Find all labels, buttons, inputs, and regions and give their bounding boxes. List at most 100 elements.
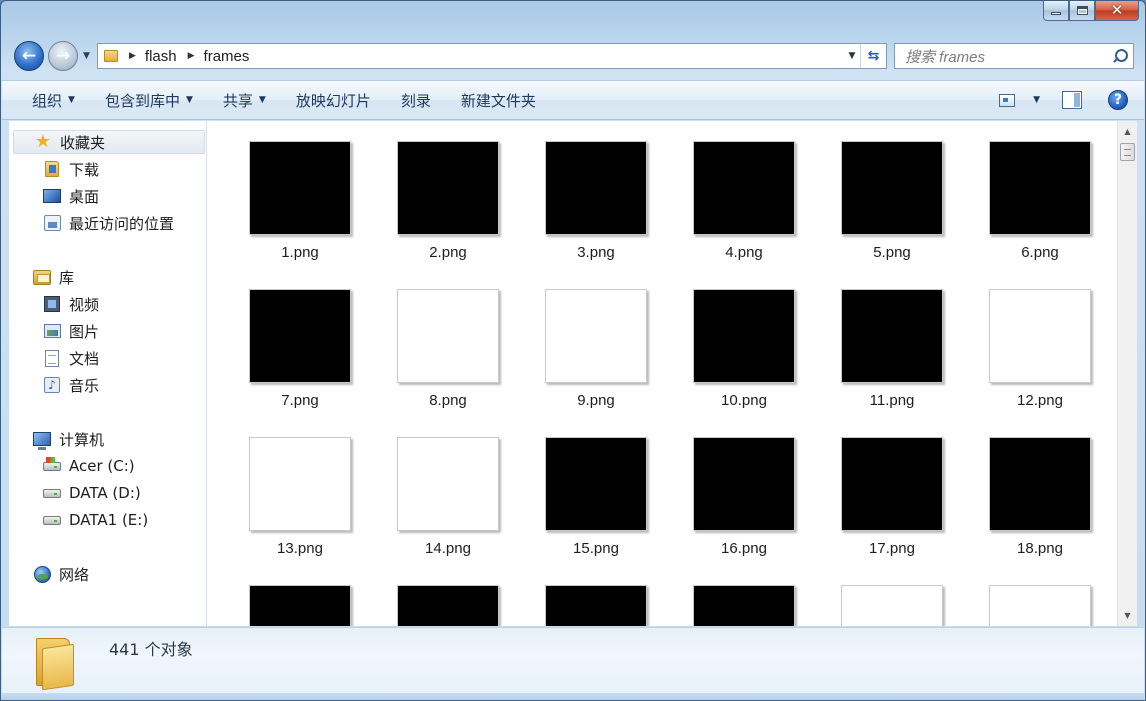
file-name: 3.png [577, 244, 615, 261]
sidebar-item-libraries[interactable]: 库 [33, 265, 74, 289]
sidebar-item-drive-e[interactable]: DATA1 (E:) [43, 508, 148, 532]
system-drive-icon [43, 456, 61, 475]
slideshow-button[interactable]: 放映幻灯片 [281, 81, 386, 119]
file-item[interactable]: 10.png [670, 269, 818, 409]
file-item[interactable] [670, 565, 818, 626]
sidebar-item-label: DATA1 (E:) [69, 511, 149, 529]
file-thumbnail [693, 437, 795, 531]
file-name: 5.png [873, 244, 911, 261]
sidebar-item-pictures[interactable]: 图片 [43, 319, 99, 343]
burn-button[interactable]: 刻录 [386, 81, 446, 119]
chevron-right-icon[interactable]: ▶ [129, 51, 136, 61]
chevron-right-icon[interactable]: ▶ [188, 51, 195, 61]
preview-pane-icon[interactable] [1062, 91, 1082, 109]
file-name: 4.png [725, 244, 763, 261]
file-item[interactable] [818, 565, 966, 626]
sidebar-item-videos[interactable]: 视频 [43, 292, 99, 316]
sidebar-item-network[interactable]: 网络 [33, 562, 89, 586]
organize-menu[interactable]: 组织 ▼ [17, 81, 90, 119]
file-item[interactable] [522, 565, 670, 626]
file-item[interactable]: 13.png [226, 417, 374, 557]
sidebar-item-label: 库 [59, 268, 75, 287]
sidebar-item-drive-d[interactable]: DATA (D:) [43, 481, 141, 505]
file-name: 9.png [577, 392, 615, 409]
sidebar-item-music[interactable]: ♪ 音乐 [43, 373, 99, 397]
file-thumbnail [249, 585, 351, 626]
sidebar-item-documents[interactable]: 文档 [43, 346, 99, 370]
search-icon[interactable] [1111, 48, 1128, 64]
breadcrumb-frames[interactable]: frames [204, 48, 250, 65]
file-name: 7.png [281, 392, 319, 409]
file-item[interactable]: 8.png [374, 269, 522, 409]
change-view-icon[interactable] [999, 93, 1016, 107]
file-item[interactable]: 18.png [966, 417, 1114, 557]
forward-button[interactable]: → [48, 41, 78, 71]
sidebar-item-drive-c[interactable]: Acer (C:) [43, 454, 135, 478]
file-item[interactable]: 15.png [522, 417, 670, 557]
file-item[interactable] [966, 565, 1114, 626]
address-bar[interactable]: ▶ flash ▶ frames ▼ ⇆ [97, 43, 887, 69]
address-history-dropdown[interactable]: ▼ [844, 51, 860, 61]
file-name: 12.png [1017, 392, 1063, 409]
scroll-up-arrow-icon[interactable]: ▲ [1118, 123, 1137, 140]
file-thumbnail [249, 289, 351, 383]
file-thumbnail [841, 437, 943, 531]
file-item[interactable]: 3.png [522, 121, 670, 261]
navigation-pane: ★ 收藏夹 下载 桌面 最近访问的位置 库 视频 图片 文档 ♪ 音乐 计算机 … [9, 121, 207, 626]
file-item[interactable]: 6.png [966, 121, 1114, 261]
sidebar-item-desktop[interactable]: 桌面 [43, 184, 99, 208]
downloads-folder-icon [43, 160, 61, 178]
minimize-button[interactable] [1043, 1, 1069, 21]
file-item[interactable]: 9.png [522, 269, 670, 409]
file-thumbnail [693, 585, 795, 626]
recent-pages-dropdown[interactable]: ▼ [83, 51, 90, 61]
file-name: 16.png [721, 540, 767, 557]
file-item[interactable]: 4.png [670, 121, 818, 261]
file-name: 8.png [429, 392, 467, 409]
help-icon[interactable]: ? [1108, 90, 1128, 110]
window-bottom-border [2, 693, 1144, 700]
sidebar-item-computer[interactable]: 计算机 [33, 427, 104, 451]
drive-icon [43, 484, 61, 502]
file-item[interactable]: 11.png [818, 269, 966, 409]
file-thumbnail [841, 141, 943, 235]
caption-buttons: ✕ [1043, 1, 1139, 23]
file-thumbnail [249, 437, 351, 531]
sidebar-item-favorites[interactable]: ★ 收藏夹 [13, 130, 205, 154]
file-item[interactable]: 1.png [226, 121, 374, 261]
file-item[interactable]: 2.png [374, 121, 522, 261]
file-thumbnail [545, 437, 647, 531]
sidebar-item-label: 网络 [59, 565, 90, 584]
refresh-button[interactable]: ⇆ [860, 44, 886, 68]
file-name: 17.png [869, 540, 915, 557]
search-box[interactable]: 搜索 frames [894, 43, 1134, 69]
file-item[interactable]: 7.png [226, 269, 374, 409]
scroll-down-arrow-icon[interactable]: ▼ [1118, 607, 1137, 624]
sidebar-item-recent-places[interactable]: 最近访问的位置 [43, 211, 174, 235]
file-thumbnail [693, 289, 795, 383]
file-item[interactable]: 12.png [966, 269, 1114, 409]
file-item[interactable]: 5.png [818, 121, 966, 261]
file-item[interactable] [374, 565, 522, 626]
scrollbar-thumb[interactable] [1120, 143, 1135, 161]
search-input[interactable]: 搜索 frames [905, 46, 985, 67]
new-folder-button[interactable]: 新建文件夹 [446, 81, 551, 119]
close-button[interactable]: ✕ [1095, 1, 1139, 21]
file-item[interactable] [226, 565, 374, 626]
view-options-dropdown[interactable]: ▼ [1033, 95, 1040, 105]
vertical-scrollbar[interactable]: ▲ ▼ [1117, 121, 1137, 626]
share-menu[interactable]: 共享 ▼ [208, 81, 281, 119]
breadcrumb-flash[interactable]: flash [145, 48, 177, 65]
file-item[interactable]: 16.png [670, 417, 818, 557]
file-thumbnail [397, 585, 499, 626]
sidebar-item-downloads[interactable]: 下载 [43, 157, 99, 181]
close-icon: ✕ [1110, 1, 1124, 19]
maximize-button[interactable] [1069, 1, 1095, 21]
include-in-library-menu[interactable]: 包含到库中 ▼ [90, 81, 208, 119]
file-item[interactable]: 14.png [374, 417, 522, 557]
file-name: 15.png [573, 540, 619, 557]
back-button[interactable]: ← [14, 41, 44, 71]
file-list-view[interactable]: 1.png 2.png 3.png 4.png 5.png 6.png 7.png 8.png… [207, 121, 1117, 626]
file-item[interactable]: 17.png [818, 417, 966, 557]
explorer-window: ✕ ← → ▼ ▶ flash ▶ frames ▼ ⇆ 搜索 frames 组… [0, 0, 1146, 701]
